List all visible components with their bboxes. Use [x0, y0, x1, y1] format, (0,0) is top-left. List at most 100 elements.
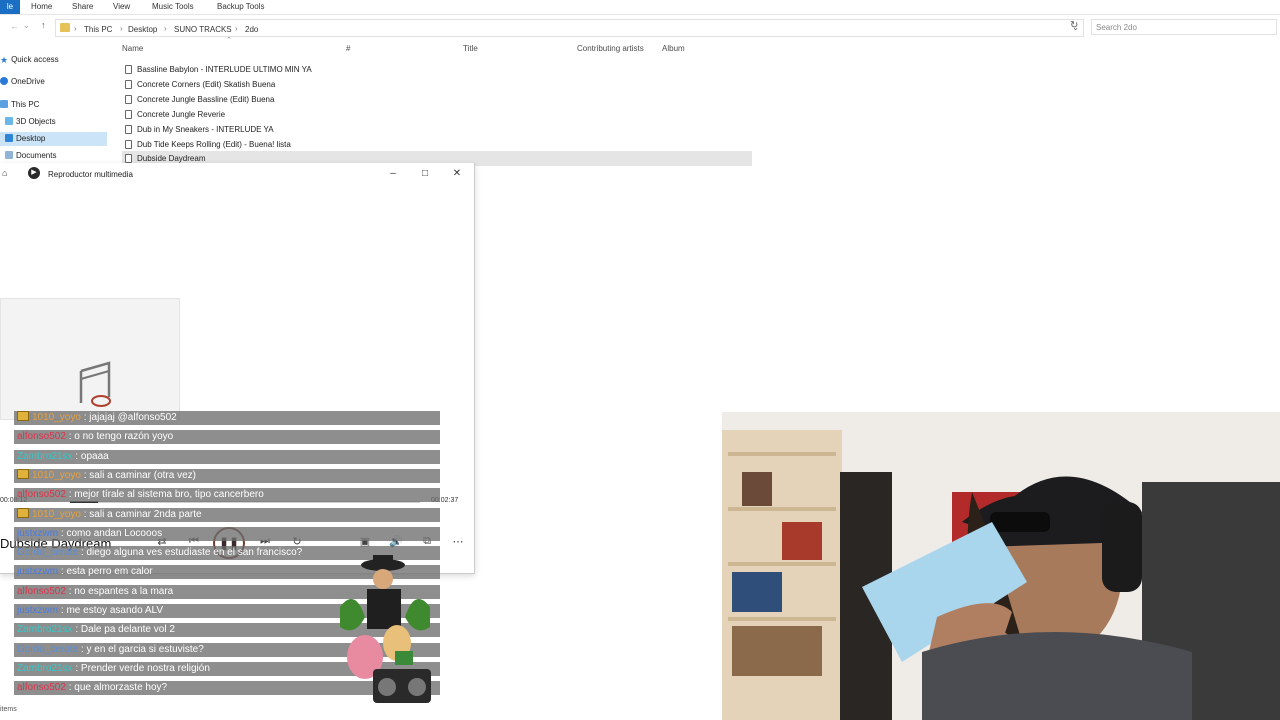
chat-message-text: Dale pa delante vol 2: [80, 624, 175, 635]
history-chevron-icon[interactable]: ⌄: [23, 21, 30, 30]
tab-share[interactable]: Share: [72, 2, 93, 11]
nav-label: 3D Objects: [16, 117, 56, 126]
chat-separator: :: [78, 644, 87, 655]
chat-message-text: sali a caminar 2nda parte: [89, 509, 202, 520]
chat-message: justxzwm : como andan Locooos: [14, 527, 440, 541]
column-album[interactable]: Album: [662, 44, 685, 53]
breadcrumb-suno-tracks[interactable]: SUNO TRACKS: [174, 25, 232, 34]
tab-music-tools[interactable]: Music Tools: [152, 2, 194, 11]
tab-home[interactable]: Home: [31, 2, 52, 11]
chat-message-text: no espantes a la mara: [74, 586, 174, 597]
chat-separator: :: [72, 624, 81, 635]
column-contributing-artists[interactable]: Contributing artists: [577, 44, 644, 53]
file-row[interactable]: Concrete Jungle Bassline (Edit) Buena: [122, 92, 752, 107]
chat-username[interactable]: alfonso502: [17, 489, 66, 500]
chat-username[interactable]: alfonso502: [17, 586, 66, 597]
nav-item-quick-access[interactable]: ★ Quick access: [0, 53, 107, 67]
ribbon-tabs: le Home Share View Music Tools Backup To…: [0, 0, 1280, 15]
nav-item-this-pc[interactable]: This PC: [0, 98, 107, 112]
address-field[interactable]: › This PC › Desktop › SUNO TRACKS › 2do …: [55, 19, 1084, 37]
search-input[interactable]: Search 2do: [1091, 19, 1277, 35]
nav-item-onedrive[interactable]: OneDrive: [0, 75, 107, 89]
audio-file-icon: [125, 65, 132, 74]
nav-label: This PC: [11, 100, 40, 109]
refresh-icon[interactable]: ↻: [1070, 20, 1078, 31]
breadcrumb-separator-icon: ›: [74, 24, 77, 33]
breadcrumb-separator-icon: ›: [120, 24, 123, 33]
computer-icon: [0, 100, 8, 108]
breadcrumb-this-pc[interactable]: This PC: [84, 25, 112, 34]
file-name: Concrete Jungle Bassline (Edit) Buena: [137, 95, 275, 104]
tab-view[interactable]: View: [113, 2, 130, 11]
chat-message-text: esta perro em calor: [66, 566, 153, 577]
chat-separator: :: [72, 451, 81, 462]
breadcrumb-desktop[interactable]: Desktop: [128, 25, 157, 34]
address-bar: ← ⌄ ↑ › This PC › Desktop › SUNO TRACKS …: [0, 17, 1280, 37]
chat-message-text: sali a caminar (otra vez): [89, 470, 196, 481]
column-name[interactable]: Name: [122, 44, 143, 53]
column-title[interactable]: Title: [463, 44, 478, 53]
file-name: Bassline Babylon - INTERLUDE ULTIMO MIN …: [137, 65, 312, 74]
nav-item-documents[interactable]: Documents: [0, 149, 107, 163]
chat-message-text: jajajaj @alfonso502: [89, 412, 177, 423]
file-row[interactable]: Dub in My Sneakers - INTERLUDE YA: [122, 122, 752, 137]
file-name: Concrete Jungle Reverie: [137, 110, 226, 119]
more-options-icon[interactable]: ⋯: [450, 535, 466, 548]
folder-icon: [60, 23, 70, 32]
nav-label: OneDrive: [11, 77, 45, 86]
nav-label: Desktop: [16, 134, 46, 143]
chat-username[interactable]: 1010_yoyo: [32, 412, 81, 423]
chat-message-text: mejor tírale al sistema bro, tipo cancer…: [74, 489, 264, 500]
cube-icon: [5, 117, 13, 125]
close-button[interactable]: ✕: [449, 167, 465, 181]
breadcrumb-2do[interactable]: 2do: [245, 25, 258, 34]
up-arrow-icon[interactable]: ↑: [41, 20, 46, 30]
tab-file[interactable]: le: [0, 0, 20, 14]
chat-username[interactable]: Gordo_cerote: [17, 547, 78, 558]
media-player-logo-icon: ▶: [28, 167, 40, 179]
chat-message-text: diego alguna ves estudiaste en el san fr…: [86, 547, 303, 558]
nav-item-3d-objects[interactable]: 3D Objects: [0, 115, 107, 129]
chat-username[interactable]: alfonso502: [17, 682, 66, 693]
status-item-count: items: [0, 706, 17, 713]
chat-username[interactable]: Gordo_cerote: [17, 644, 78, 655]
chat-username[interactable]: alfonso502: [17, 431, 66, 442]
chat-separator: :: [78, 547, 87, 558]
chat-message-text: me estoy asando ALV: [66, 605, 164, 616]
chat-username[interactable]: 1010_yoyo: [32, 470, 81, 481]
file-name: Dub in My Sneakers - INTERLUDE YA: [137, 125, 274, 134]
file-row[interactable]: Bassline Babylon - INTERLUDE ULTIMO MIN …: [122, 62, 752, 77]
nav-label: Quick access: [11, 55, 59, 64]
document-icon: [5, 151, 13, 159]
chat-username[interactable]: justxzwm: [17, 528, 58, 539]
audio-file-icon: [125, 80, 132, 89]
back-arrow-icon[interactable]: ←: [10, 21, 19, 31]
nav-item-desktop[interactable]: Desktop: [0, 132, 107, 146]
chat-username[interactable]: justxzwm: [17, 566, 58, 577]
chat-username[interactable]: 1010_yoyo: [32, 509, 81, 520]
chat-message: alfonso502 : mejor tírale al sistema bro…: [14, 488, 440, 502]
file-row[interactable]: Dub Tide Keeps Rolling (Edit) - Buena! l…: [122, 137, 752, 152]
cloud-icon: [0, 77, 8, 85]
chat-message-text: y en el garcia si estuviste?: [86, 644, 204, 655]
chat-message-text: opaaa: [80, 451, 109, 462]
home-icon[interactable]: ⌂: [2, 168, 7, 178]
file-row[interactable]: Concrete Jungle Reverie: [122, 107, 752, 122]
sort-arrow-icon: ⌃: [226, 37, 232, 44]
file-row[interactable]: Concrete Corners (Edit) Skatish Buena: [122, 77, 752, 92]
chat-username[interactable]: justxzwm: [17, 605, 58, 616]
file-name: Dub Tide Keeps Rolling (Edit) - Buena! l…: [137, 140, 291, 149]
chat-username[interactable]: Zambro21sx: [17, 451, 73, 462]
maximize-button[interactable]: □: [417, 167, 433, 181]
chat-message-text: Prender verde nostra religión: [80, 663, 210, 674]
chat-username[interactable]: Zambro21sx: [17, 624, 73, 635]
chat-separator: :: [72, 663, 81, 674]
nav-label: Documents: [16, 151, 57, 160]
chat-username[interactable]: Zambro21sx: [17, 663, 73, 674]
chat-message-text: o no tengo razón yoyo: [74, 431, 174, 442]
desktop-icon: [5, 134, 13, 142]
chat-message-text: que almorzaste hoy?: [74, 682, 168, 693]
tab-backup-tools[interactable]: Backup Tools: [217, 2, 264, 11]
minimize-button[interactable]: –: [385, 167, 401, 181]
column-number[interactable]: #: [346, 44, 350, 53]
